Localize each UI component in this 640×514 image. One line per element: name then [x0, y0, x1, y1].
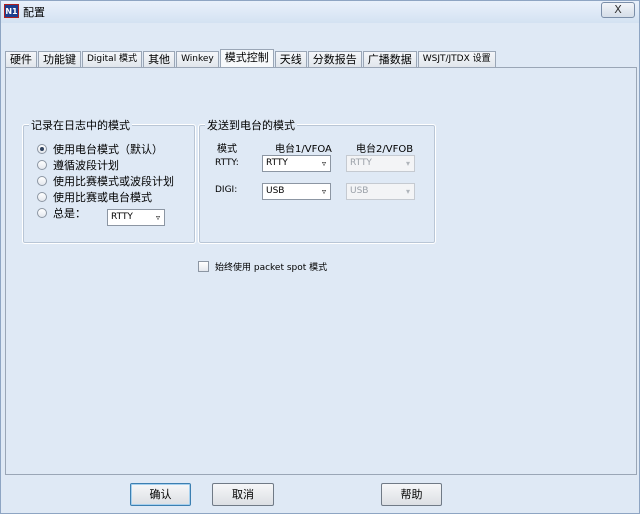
chevron-down-icon: ▾ [405, 159, 410, 168]
always-mode-value: RTTY [111, 212, 133, 222]
radio-label: 遵循波段计划 [53, 159, 119, 172]
radio-button[interactable] [37, 192, 47, 202]
radio-label: 使用比赛或电台模式 [53, 191, 152, 204]
radio-button[interactable] [37, 176, 47, 186]
chevron-down-icon: ▿ [321, 159, 326, 168]
ok-button[interactable]: 确认 [130, 483, 191, 506]
radio-use-radio-mode[interactable]: 使用电台模式（默认） [37, 142, 163, 156]
rtty-radio1-select[interactable]: RTTY ▿ [262, 155, 331, 172]
row-label-digi: DIGI: [215, 185, 238, 195]
radio-label: 使用电台模式（默认） [53, 143, 163, 156]
radio-always[interactable]: 总是： [37, 206, 86, 220]
digi-radio2-value: USB [350, 186, 369, 196]
packet-spot-checkbox[interactable] [198, 261, 209, 272]
chevron-down-icon: ▿ [321, 187, 326, 196]
radio-label: 使用比赛模式或波段计划 [53, 175, 174, 188]
tab-wsjt-jtdx-settings[interactable]: WSJT/JTDX 设置 [417, 51, 496, 67]
column-header-radio2: 电台2/VFOB [356, 144, 414, 155]
app-logo-icon: N1 [4, 4, 19, 18]
radio-button[interactable] [37, 160, 47, 170]
tab-digital-modes[interactable]: Digital 模式 [82, 51, 143, 67]
config-window: N1 配置 X 硬件 功能键 Digital 模式 其他 Winkey 模式控制… [0, 0, 640, 514]
radio-contest-or-band-plan[interactable]: 使用比赛模式或波段计划 [37, 174, 174, 188]
log-mode-group: 记录在日志中的模式 使用电台模式（默认） 遵循波段计划 使用比赛模式或波段计划 … [22, 117, 196, 244]
radio-follow-band-plan[interactable]: 遵循波段计划 [37, 158, 119, 172]
digi-radio2-select: USB ▾ [346, 183, 415, 200]
tab-function-keys[interactable]: 功能键 [38, 51, 81, 67]
packet-spot-label: 始终使用 packet spot 模式 [215, 263, 328, 273]
tab-hardware[interactable]: 硬件 [5, 51, 37, 67]
column-header-radio1: 电台1/VFOA [275, 144, 332, 155]
row-label-rtty: RTTY: [215, 158, 239, 168]
chevron-down-icon: ▾ [405, 187, 410, 196]
always-mode-select[interactable]: RTTY ▿ [107, 209, 165, 226]
tab-antennas[interactable]: 天线 [274, 51, 307, 67]
window-title: 配置 [23, 6, 45, 19]
digi-radio1-value: USB [266, 186, 285, 196]
tab-broadcast-data[interactable]: 广播数据 [362, 51, 417, 67]
tab-mode-control[interactable]: 模式控制 [219, 49, 274, 68]
help-button[interactable]: 帮助 [381, 483, 442, 506]
radio-contest-or-radio-mode[interactable]: 使用比赛或电台模式 [37, 190, 152, 204]
tab-winkey[interactable]: Winkey [176, 51, 219, 67]
radio-button[interactable] [37, 144, 47, 154]
log-mode-group-title: 记录在日志中的模式 [29, 117, 132, 133]
title-bar: N1 配置 X [1, 1, 639, 23]
packet-spot-checkbox-row[interactable]: 始终使用 packet spot 模式 [198, 260, 327, 273]
tab-bar: 硬件 功能键 Digital 模式 其他 Winkey 模式控制 天线 分数报告… [5, 49, 497, 68]
send-mode-group-title: 发送到电台的模式 [205, 117, 297, 133]
digi-radio1-select[interactable]: USB ▿ [262, 183, 331, 200]
tab-score-reporting[interactable]: 分数报告 [307, 51, 362, 67]
tab-other[interactable]: 其他 [143, 51, 176, 67]
rtty-radio2-select: RTTY ▾ [346, 155, 415, 172]
close-button[interactable]: X [601, 2, 635, 18]
cancel-button[interactable]: 取消 [212, 483, 274, 506]
radio-button[interactable] [37, 208, 47, 218]
rtty-radio1-value: RTTY [266, 158, 288, 168]
rtty-radio2-value: RTTY [350, 158, 372, 168]
column-header-mode: 模式 [217, 144, 237, 155]
send-mode-group: 发送到电台的模式 模式 电台1/VFOA 电台2/VFOB RTTY: RTTY… [198, 117, 436, 244]
mode-control-panel: 记录在日志中的模式 使用电台模式（默认） 遵循波段计划 使用比赛模式或波段计划 … [5, 67, 637, 475]
radio-label: 总是： [53, 207, 86, 220]
chevron-down-icon: ▿ [155, 213, 160, 222]
